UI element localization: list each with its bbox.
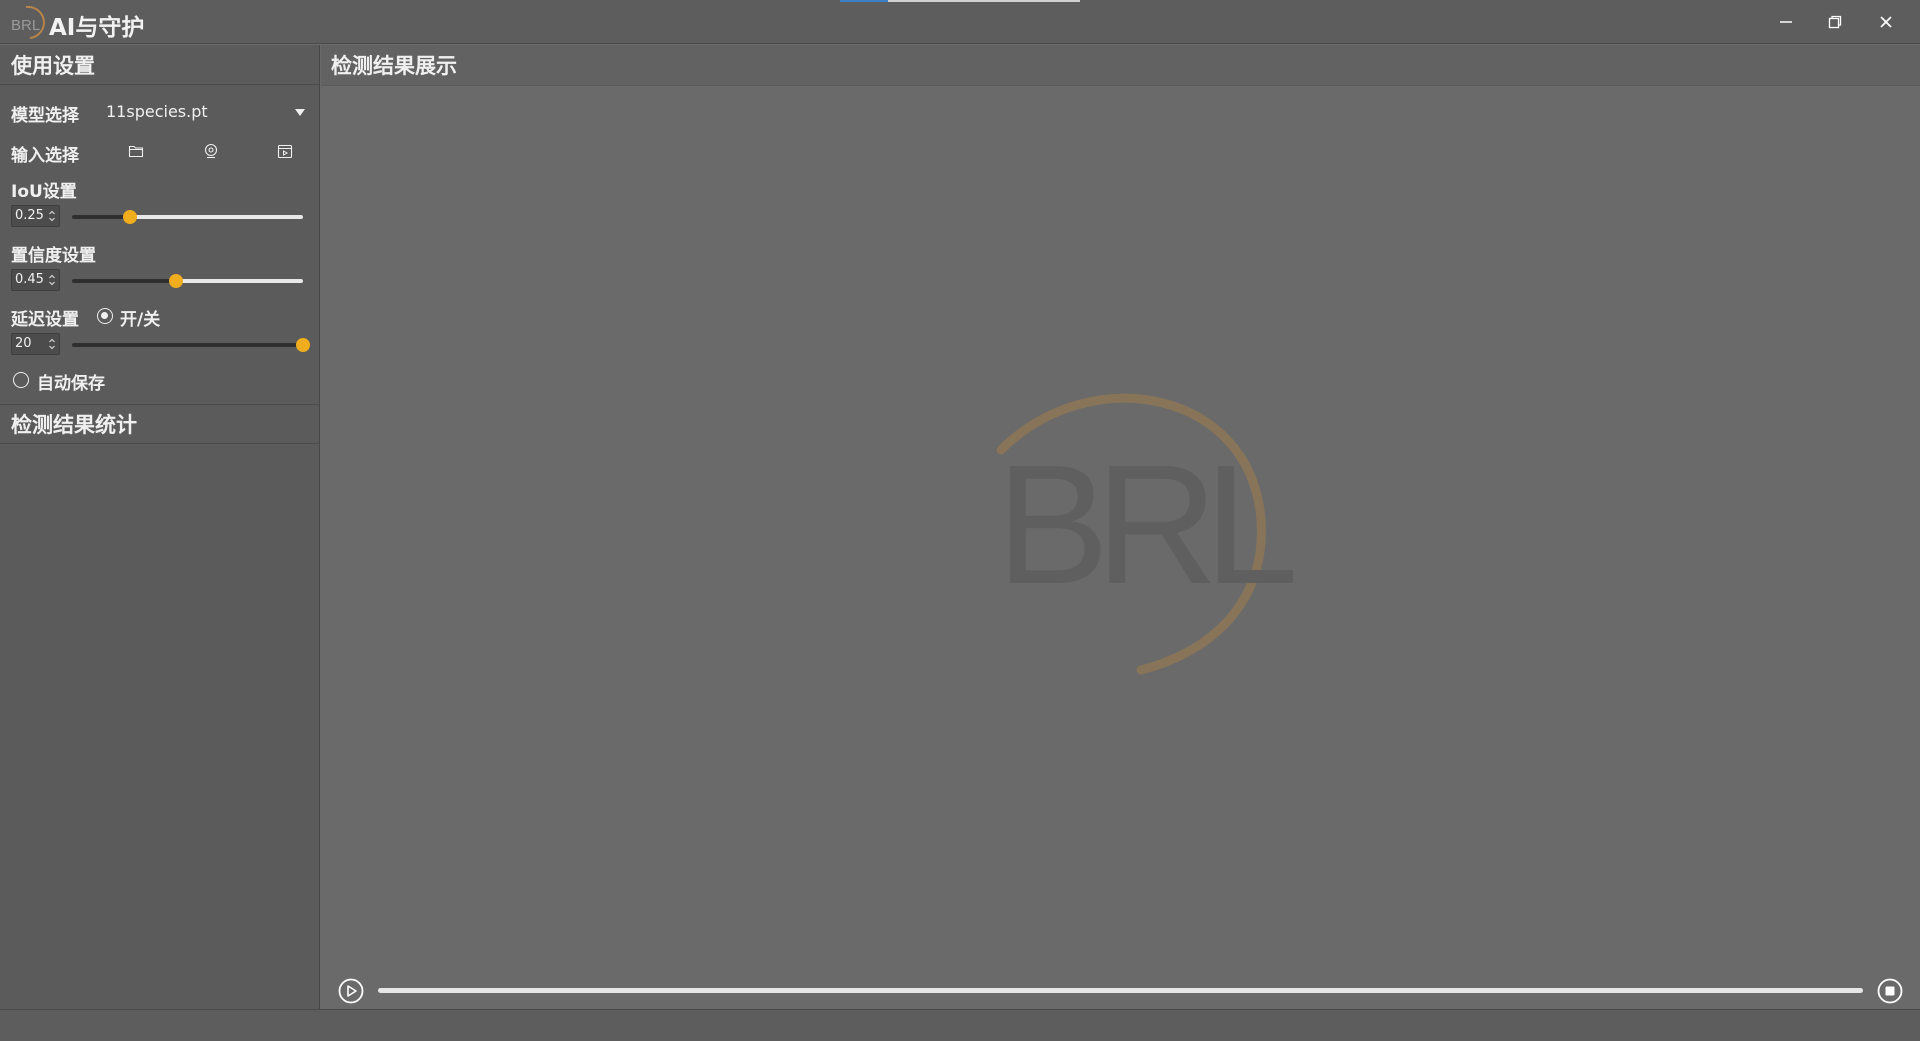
model-select[interactable]: 11species.pt	[106, 102, 208, 121]
iou-value: 0.25	[15, 208, 44, 223]
delay-value: 20	[15, 336, 32, 351]
settings-title: 使用设置	[0, 45, 319, 85]
webcam-icon	[204, 143, 218, 159]
video-button[interactable]	[276, 142, 294, 160]
iou-slider-rest	[130, 215, 303, 219]
app-title: AI与守护	[49, 15, 145, 41]
confidence-label: 置信度设置	[11, 246, 96, 266]
webcam-button[interactable]	[202, 142, 220, 160]
play-button[interactable]	[338, 978, 364, 1004]
folder-button[interactable]	[127, 142, 145, 160]
minimize-button[interactable]	[1771, 8, 1801, 36]
autosave-radio[interactable]	[13, 372, 29, 388]
close-button[interactable]	[1871, 8, 1901, 36]
app-logo: BRL	[11, 5, 46, 39]
restore-button[interactable]	[1820, 8, 1850, 36]
autosave-label: 自动保存	[37, 374, 105, 394]
iou-slider[interactable]	[72, 210, 303, 224]
iou-label: IoU设置	[11, 182, 77, 202]
restore-icon	[1828, 15, 1842, 29]
confidence-spinbox[interactable]: 0.45	[11, 269, 60, 291]
video-progress-bar[interactable]	[378, 988, 1863, 993]
brl-watermark-logo: BRL	[996, 393, 1307, 675]
top-accent-blue-line	[840, 0, 888, 2]
spin-arrows-icon[interactable]	[48, 272, 56, 288]
iou-slider-handle[interactable]	[123, 210, 137, 224]
confidence-slider-handle[interactable]	[169, 274, 183, 288]
settings-sidebar: 使用设置 模型选择 11species.pt 输入选择 IoU设置 0.25 置…	[0, 45, 320, 1009]
play-icon	[347, 985, 357, 997]
stop-button[interactable]	[1877, 978, 1903, 1004]
delay-label: 延迟设置	[11, 310, 79, 330]
title-bar: BRL AI与守护	[0, 0, 1920, 44]
stats-title: 检测结果统计	[0, 404, 320, 444]
confidence-value: 0.45	[15, 272, 44, 287]
folder-icon	[128, 145, 144, 158]
logo-text: BRL	[11, 17, 40, 34]
watermark-text: BRL	[996, 430, 1293, 620]
delay-toggle-radio[interactable]	[97, 308, 113, 324]
input-select-label: 输入选择	[11, 146, 79, 166]
model-select-label: 模型选择	[11, 106, 79, 126]
delay-slider[interactable]	[72, 338, 310, 352]
close-icon	[1880, 16, 1892, 28]
iou-spinbox[interactable]: 0.25	[11, 205, 60, 227]
video-icon	[277, 144, 293, 158]
confidence-slider-rest	[176, 279, 303, 283]
chevron-down-icon[interactable]	[295, 109, 305, 116]
spin-arrows-icon[interactable]	[48, 208, 56, 224]
minimize-icon	[1780, 21, 1792, 23]
spin-arrows-icon[interactable]	[48, 336, 56, 352]
result-display-panel: 检测结果展示 BRL	[321, 45, 1920, 1009]
confidence-slider[interactable]	[72, 274, 303, 288]
delay-spinbox[interactable]: 20	[11, 333, 60, 355]
stop-icon	[1885, 986, 1895, 996]
status-bar	[0, 1009, 1920, 1041]
delay-toggle-label: 开/关	[120, 310, 161, 330]
result-display-title: 检测结果展示	[321, 45, 1920, 86]
delay-slider-handle[interactable]	[296, 338, 310, 352]
